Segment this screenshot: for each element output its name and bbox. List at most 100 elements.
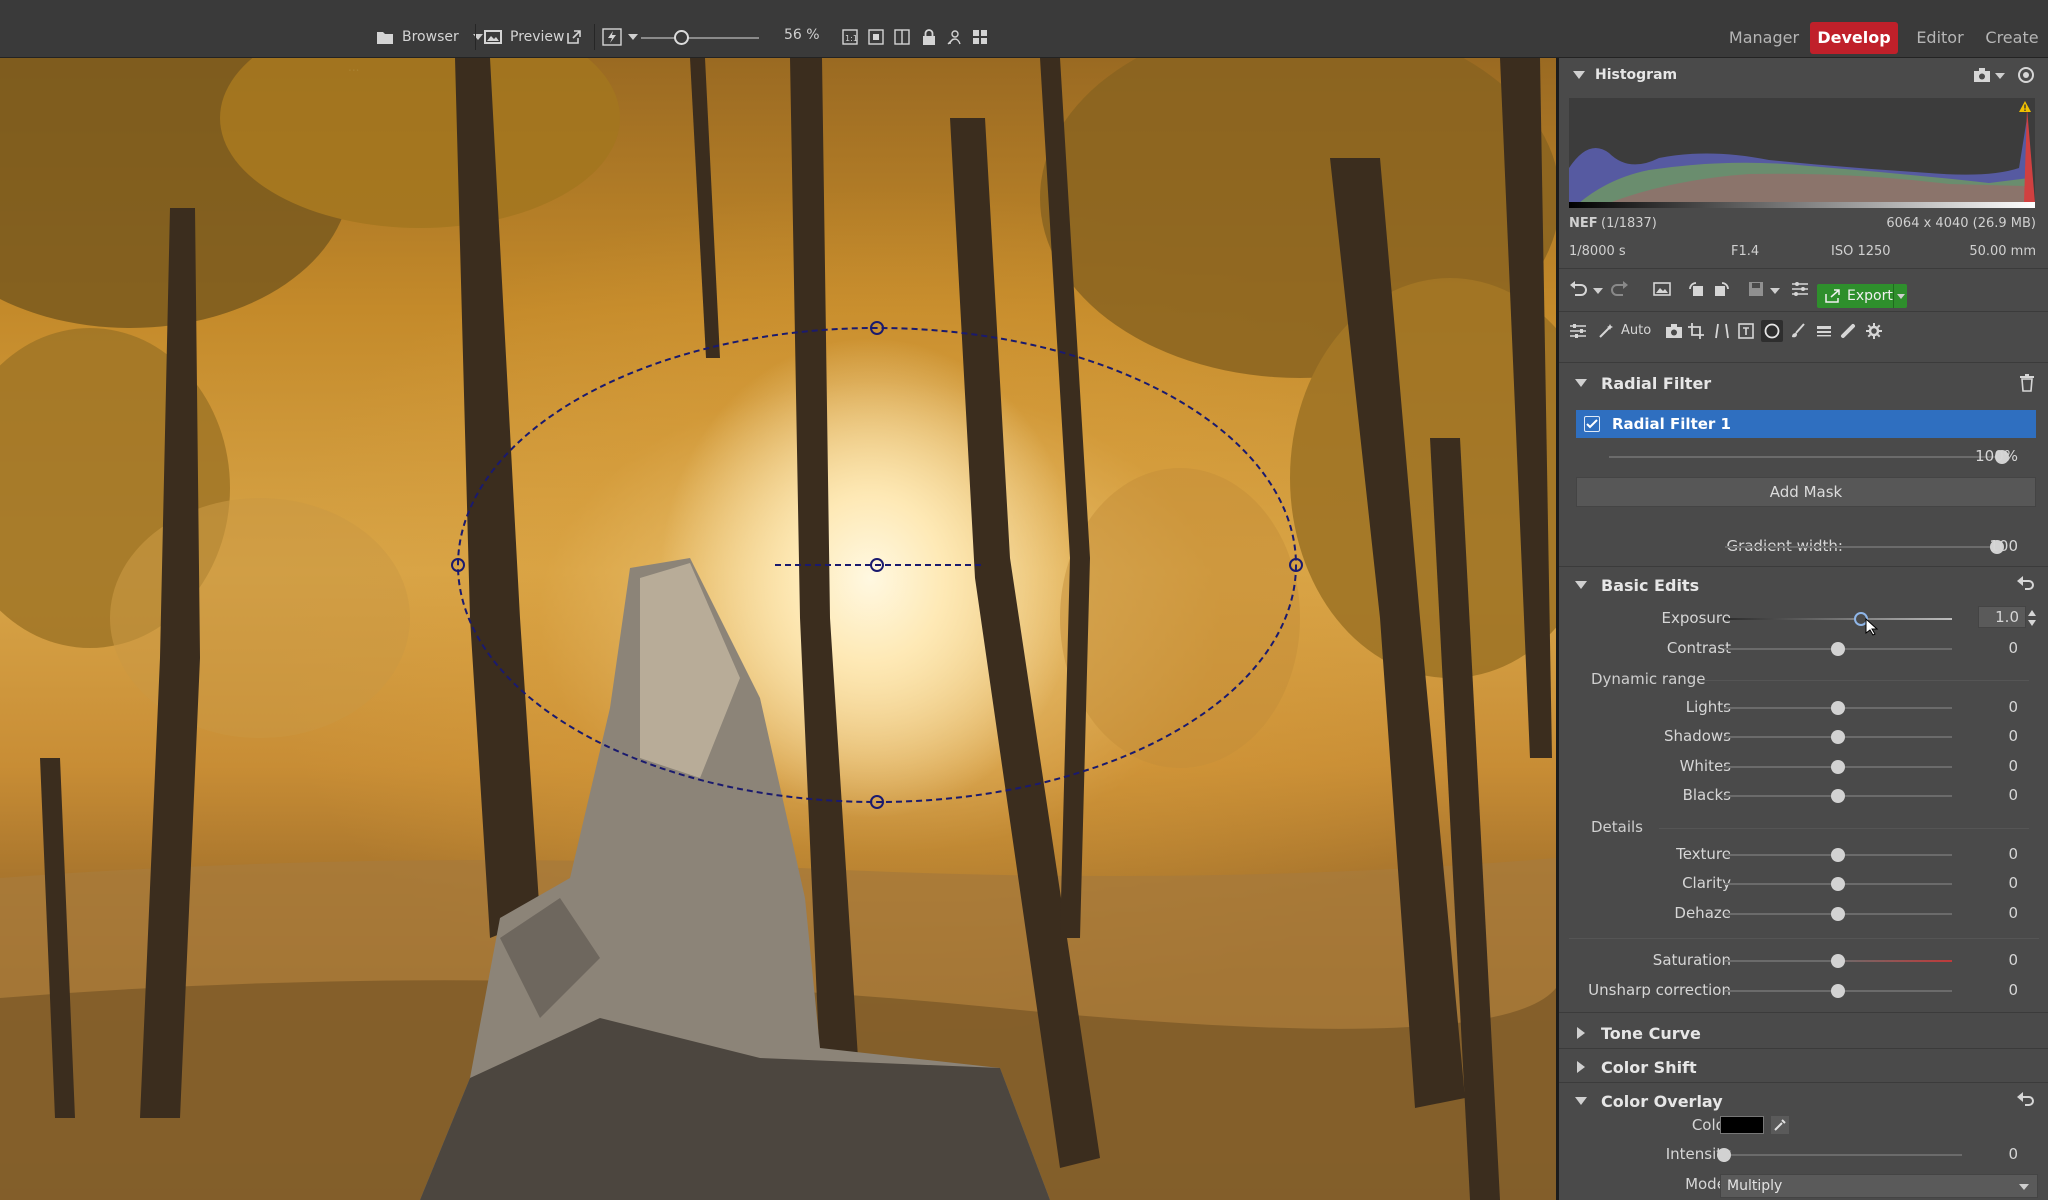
undo-icon[interactable] bbox=[1567, 278, 1589, 300]
filter-opacity-slider[interactable]: 100% bbox=[1559, 444, 2048, 470]
quick-fix-button[interactable] bbox=[602, 20, 638, 54]
gear-icon[interactable] bbox=[1863, 320, 1885, 342]
camera-icon[interactable] bbox=[1973, 67, 1991, 83]
compare-button[interactable] bbox=[894, 20, 910, 54]
export-button[interactable]: Export bbox=[1817, 284, 1907, 308]
filter-enabled-checkbox[interactable] bbox=[1584, 416, 1600, 432]
slider-track[interactable] bbox=[1724, 1154, 1962, 1156]
lights-slider[interactable]: Lights 0 bbox=[1559, 695, 2048, 721]
text-frame-icon[interactable] bbox=[1735, 320, 1757, 342]
rotate-right-icon[interactable] bbox=[1711, 278, 1733, 300]
tab-editor[interactable]: Editor bbox=[1906, 22, 1974, 54]
color-swatch[interactable] bbox=[1720, 1116, 1764, 1134]
slider-track[interactable] bbox=[1725, 546, 1997, 548]
slider-thumb[interactable] bbox=[1831, 984, 1845, 998]
histogram-graph bbox=[1569, 98, 2035, 203]
chevron-down-icon[interactable] bbox=[1995, 73, 2005, 79]
eyedropper-icon[interactable] bbox=[1771, 1116, 1789, 1134]
fit-screen-button[interactable] bbox=[868, 20, 884, 54]
layout-grid-button[interactable] bbox=[972, 20, 988, 54]
grid-icon bbox=[973, 30, 987, 44]
camera-icon[interactable] bbox=[1663, 320, 1685, 342]
tone-curve-header[interactable]: Tone Curve bbox=[1559, 1016, 2048, 1050]
chevron-down-icon[interactable] bbox=[1593, 288, 1603, 294]
slider-thumb[interactable] bbox=[1831, 642, 1845, 656]
color-overlay-title: Color Overlay bbox=[1601, 1091, 1723, 1111]
add-mask-button[interactable]: Add Mask bbox=[1576, 477, 2036, 507]
slider-thumb[interactable] bbox=[1831, 877, 1845, 891]
divider bbox=[1559, 1082, 2048, 1083]
retouch-icon[interactable] bbox=[1837, 320, 1859, 342]
basic-edits-header[interactable]: Basic Edits bbox=[1559, 568, 2048, 602]
preview-label: Preview bbox=[510, 29, 565, 45]
redo-icon[interactable] bbox=[1609, 278, 1631, 300]
histogram-header[interactable]: Histogram bbox=[1559, 58, 2048, 92]
zoom-slider-thumb[interactable] bbox=[674, 30, 690, 45]
perspective-icon[interactable] bbox=[1711, 320, 1733, 342]
gradient-width-value: 100 bbox=[1989, 537, 2018, 555]
exposure-value[interactable]: 1.0 bbox=[1978, 606, 2026, 628]
tab-create[interactable]: Create bbox=[1982, 22, 2042, 54]
zoom-1to1-button[interactable]: 1:1 bbox=[842, 20, 858, 54]
slider-thumb[interactable] bbox=[1831, 760, 1845, 774]
adjustments-icon[interactable] bbox=[1567, 320, 1589, 342]
rotate-left-icon[interactable] bbox=[1685, 278, 1707, 300]
reset-icon[interactable] bbox=[2017, 1092, 2035, 1108]
zoom-slider-track[interactable] bbox=[641, 37, 759, 39]
external-link-icon bbox=[567, 30, 581, 44]
shadows-slider[interactable]: Shadows 0 bbox=[1559, 724, 2048, 750]
person-detect-button[interactable] bbox=[946, 20, 962, 54]
radial-filter-header[interactable]: Radial Filter bbox=[1559, 366, 2048, 400]
settings-icon[interactable] bbox=[2017, 66, 2035, 84]
slider-thumb[interactable] bbox=[1717, 1148, 1731, 1162]
reset-icon[interactable] bbox=[2017, 576, 2035, 592]
slider-thumb[interactable] bbox=[1831, 701, 1845, 715]
slider-thumb[interactable] bbox=[1831, 730, 1845, 744]
browser-button[interactable]: Browser bbox=[376, 20, 483, 54]
dehaze-slider[interactable]: Dehaze 0 bbox=[1559, 901, 2048, 927]
preview-button[interactable]: Preview bbox=[484, 20, 565, 54]
slider-thumb[interactable] bbox=[1831, 954, 1845, 968]
histogram-plot bbox=[1569, 108, 2035, 203]
whites-slider[interactable]: Whites 0 bbox=[1559, 754, 2048, 780]
exposure-slider[interactable]: Exposure 1.0 bbox=[1559, 606, 2048, 636]
trash-icon[interactable] bbox=[2019, 374, 2035, 392]
auto-label[interactable]: Auto bbox=[1621, 323, 1651, 338]
lock-button[interactable] bbox=[922, 20, 936, 54]
presets-icon[interactable] bbox=[1789, 278, 1811, 300]
slider-track[interactable] bbox=[1609, 456, 2002, 458]
texture-slider[interactable]: Texture 0 bbox=[1559, 842, 2048, 868]
color-shift-header[interactable]: Color Shift bbox=[1559, 1050, 2048, 1084]
image-icon[interactable] bbox=[1651, 278, 1673, 300]
texture-label: Texture bbox=[1676, 845, 1731, 863]
texture-value: 0 bbox=[2008, 845, 2018, 863]
unsharp-correction-slider[interactable]: Unsharp correction 0 bbox=[1559, 978, 2048, 1004]
save-icon[interactable] bbox=[1745, 278, 1767, 300]
clarity-slider[interactable]: Clarity 0 bbox=[1559, 871, 2048, 897]
slider-thumb[interactable] bbox=[1831, 789, 1845, 803]
slider-thumb[interactable] bbox=[1831, 907, 1845, 921]
brush-icon[interactable] bbox=[1787, 320, 1809, 342]
gradient-filter-icon[interactable] bbox=[1813, 320, 1835, 342]
radial-filter-item[interactable]: Radial Filter 1 bbox=[1576, 410, 2036, 438]
slider-thumb[interactable] bbox=[1831, 848, 1845, 862]
tab-develop[interactable]: Develop bbox=[1810, 22, 1898, 54]
auto-magic-icon[interactable] bbox=[1595, 320, 1617, 342]
slider-track[interactable] bbox=[1724, 618, 1952, 620]
stepper-icon[interactable] bbox=[2028, 608, 2036, 628]
crop-icon[interactable] bbox=[1685, 320, 1707, 342]
contrast-slider[interactable]: Contrast 0 bbox=[1559, 636, 2048, 662]
photo-canvas[interactable]: ... bbox=[0, 58, 1556, 1200]
divider bbox=[1659, 828, 2029, 829]
blacks-slider[interactable]: Blacks 0 bbox=[1559, 783, 2048, 809]
export-dropdown[interactable] bbox=[1893, 284, 1907, 308]
saturation-slider[interactable]: Saturation 0 bbox=[1559, 948, 2048, 974]
intensity-slider[interactable]: Intensity 0 bbox=[1559, 1142, 2048, 1168]
open-external-button[interactable] bbox=[566, 20, 582, 54]
tab-manager[interactable]: Manager bbox=[1722, 22, 1806, 54]
gradient-width-slider[interactable]: Gradient width: 100 bbox=[1559, 534, 2048, 560]
chevron-down-icon[interactable] bbox=[1770, 288, 1780, 294]
warning-icon[interactable] bbox=[2018, 100, 2032, 113]
radial-filter-icon[interactable] bbox=[1761, 320, 1783, 342]
blend-mode-select[interactable]: Multiply bbox=[1720, 1174, 2038, 1198]
